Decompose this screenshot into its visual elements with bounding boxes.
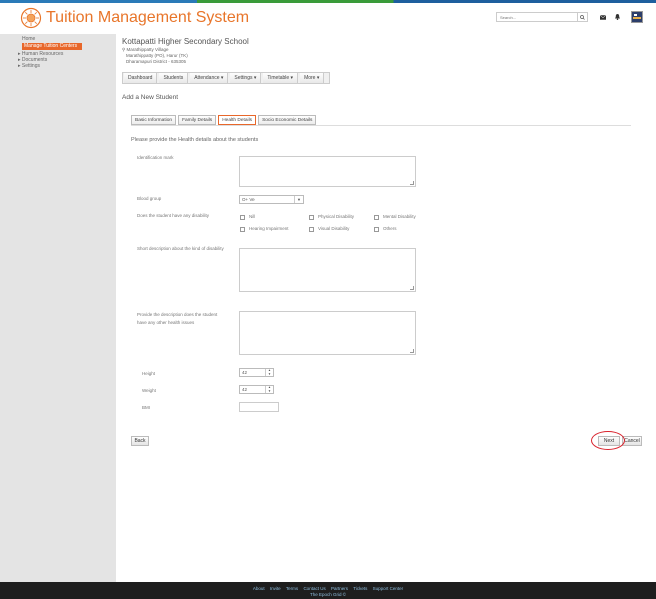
search-icon (580, 14, 585, 20)
resize-grip-icon[interactable] (410, 286, 414, 290)
checkbox-others-label: Others (383, 226, 397, 231)
spinner-arrows-icon[interactable]: ▲ ▼ (265, 385, 273, 393)
bmi-field[interactable] (239, 402, 279, 412)
menu-dashboard[interactable]: Dashboard (124, 73, 158, 83)
health-issues-textarea[interactable] (239, 311, 416, 355)
highlight-circle (591, 431, 625, 450)
footer-link-contact-us[interactable]: Contact Us (303, 586, 325, 591)
identification-label: Identification mark (137, 155, 174, 160)
footer-link-partners[interactable]: Partners (331, 586, 348, 591)
checkbox-visual-disability-label: Visual Disability (318, 226, 350, 231)
spinner-arrows-icon[interactable]: ▲ ▼ (265, 368, 273, 376)
page-title: Add a New Student (122, 94, 179, 101)
resize-grip-icon[interactable] (410, 181, 414, 185)
footer-link-invite[interactable]: Invite (270, 586, 281, 591)
checkbox-mental-disability-label: Mental Disability (383, 214, 416, 219)
checkbox-physical-disability-label: Physical Disability (318, 214, 355, 219)
checkbox-visual-disability[interactable] (309, 227, 314, 232)
footer-link-about[interactable]: About (253, 586, 265, 591)
form-intro: Please provide the Health details about … (131, 137, 259, 143)
search-input[interactable] (497, 13, 573, 21)
footer-link-support-center[interactable]: Support Center (373, 586, 404, 591)
checkbox-physical-disability[interactable] (309, 215, 314, 220)
resize-grip-icon[interactable] (410, 349, 414, 353)
checkbox-hearing-impairment[interactable] (240, 227, 245, 232)
checkbox-nill[interactable] (240, 215, 245, 220)
weight-label: Weight (142, 388, 156, 393)
menu-settings[interactable]: Settings ▾ (230, 73, 262, 83)
footer-copyright: The Epoch Grid © (309, 592, 347, 597)
back-button[interactable]: Back (131, 436, 149, 446)
height-stepper[interactable]: 42 ▲ ▼ (239, 368, 274, 377)
sidebar-item-manage-tuition-centers[interactable]: Manage Tuition Centers (22, 43, 82, 50)
disability-label: Does the student have any disability (137, 213, 210, 218)
form-tabs: Basic Information Family Details Health … (131, 115, 318, 125)
footer-link-tickets[interactable]: Tickets (353, 586, 367, 591)
blood-group-value: O+ Ve (242, 197, 255, 202)
menu-timetable[interactable]: Timetable ▾ (263, 73, 299, 83)
sun-logo-icon (20, 7, 42, 29)
bmi-label: BMI (142, 405, 151, 410)
footer-links: About Invite Terms Contact Us Partners T… (0, 586, 656, 591)
main-content (116, 31, 656, 582)
height-value: 42 (242, 370, 248, 375)
checkbox-hearing-impairment-label: Hearing Impairment (249, 226, 289, 231)
app-title: Tuition Management System (46, 9, 250, 26)
sidebar-item-home[interactable]: Home (22, 36, 35, 42)
footer: About Invite Terms Contact Us Partners T… (0, 582, 656, 599)
sidebar-item-settings[interactable]: ▸ Settings (18, 63, 40, 69)
mail-icon[interactable] (599, 13, 607, 21)
weight-value: 42 (242, 387, 248, 392)
checkbox-others[interactable] (374, 227, 379, 232)
sidebar (0, 34, 116, 582)
tab-family-details[interactable]: Family Details (178, 115, 217, 125)
footer-link-terms[interactable]: Terms (286, 586, 298, 591)
school-address-line2: Marathippatty (PO), Harur (TK) (126, 53, 188, 58)
search-box[interactable] (496, 12, 588, 22)
tab-basic-information[interactable]: Basic Information (131, 115, 177, 125)
bell-icon[interactable] (613, 13, 621, 21)
identification-textarea[interactable] (239, 156, 416, 187)
search-button[interactable] (577, 13, 587, 21)
chevron-down-icon[interactable]: ▼ (294, 196, 303, 203)
height-label: Height (142, 371, 156, 376)
main-menu: Dashboard Students Attendance ▾ Settings… (122, 72, 330, 84)
tab-divider (131, 125, 631, 126)
disability-description-label: Short description about the kind of disa… (137, 246, 224, 251)
blood-group-select[interactable]: O+ Ve ▼ (239, 195, 304, 204)
tab-health-details[interactable]: Health Details (218, 115, 257, 125)
user-avatar[interactable] (631, 11, 643, 23)
tab-socio-economic-details[interactable]: Socio Economic Details (258, 115, 317, 125)
health-issues-label: Provide the description does the student… (137, 312, 218, 325)
menu-students[interactable]: Students (159, 73, 189, 83)
checkbox-nill-label: Nill (249, 214, 256, 219)
weight-stepper[interactable]: 42 ▲ ▼ (239, 385, 274, 394)
school-name: Kottapatti Higher Secondary School (122, 37, 249, 46)
disability-description-textarea[interactable] (239, 248, 416, 292)
checkbox-mental-disability[interactable] (374, 215, 379, 220)
cancel-button[interactable]: Cancel (622, 436, 642, 446)
blood-group-label: Blood group (137, 196, 162, 201)
school-address-line3: Dharamapuri District - 635305 (126, 59, 187, 64)
menu-more[interactable]: More ▾ (300, 73, 325, 83)
menu-attendance[interactable]: Attendance ▾ (190, 73, 229, 83)
